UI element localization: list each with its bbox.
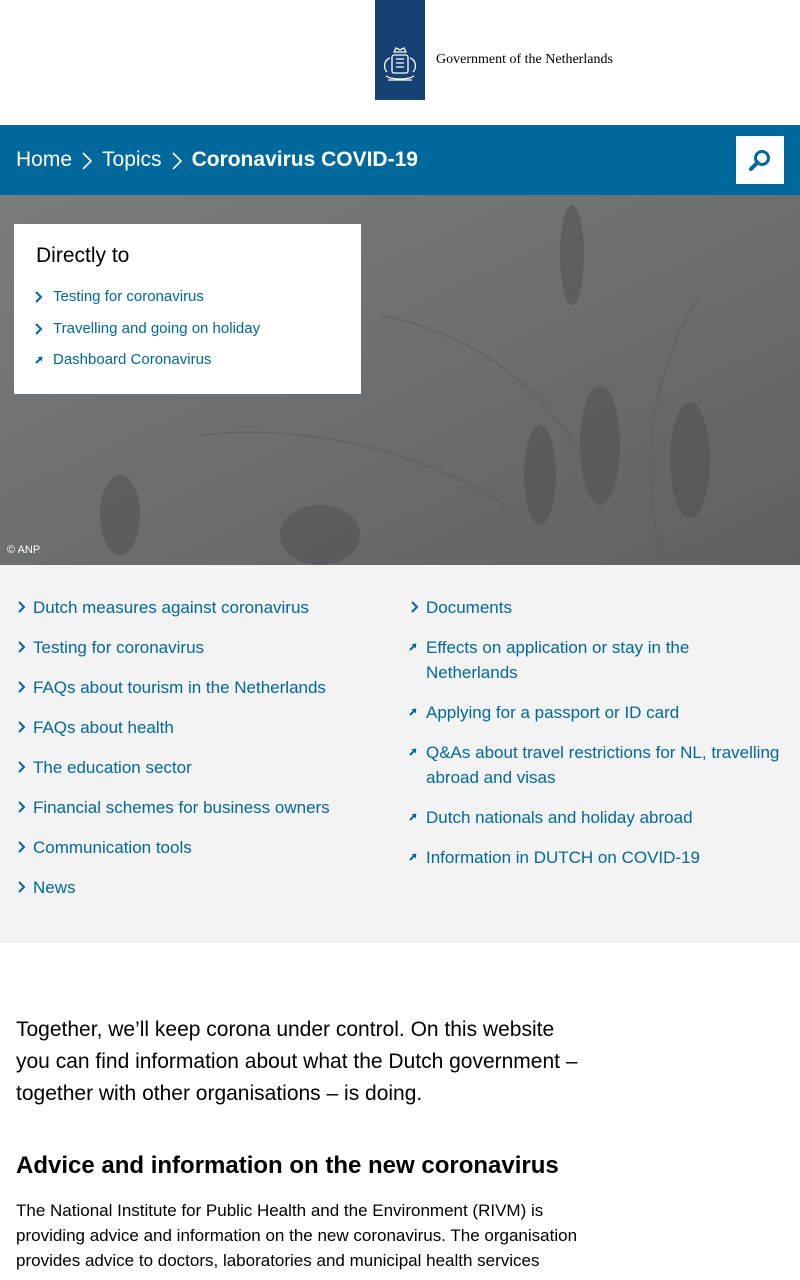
- nav-bar: Home Topics Coronavirus COVID-19: [0, 125, 800, 195]
- directly-to-box: Directly to Testing for coronavirus Trav…: [14, 224, 361, 394]
- site-header: Government of the Netherlands: [0, 0, 800, 125]
- link-education[interactable]: The education sector: [33, 755, 192, 780]
- chevron-right-icon: [18, 641, 26, 653]
- logo-text: Government of the Netherlands: [436, 52, 613, 67]
- chevron-right-icon: [411, 601, 419, 613]
- external-link-icon: [409, 643, 417, 651]
- link-info-dutch[interactable]: Information in DUTCH on COVID-19: [426, 845, 786, 870]
- external-link-icon: [409, 813, 417, 821]
- breadcrumb-current: Coronavirus COVID-19: [191, 148, 418, 171]
- link-communication-tools[interactable]: Communication tools: [33, 835, 192, 860]
- chevron-right-icon: [35, 323, 43, 335]
- link-documents[interactable]: Documents: [426, 595, 766, 620]
- photo-credit: © ANP: [7, 544, 41, 556]
- external-link-icon: [409, 748, 417, 756]
- breadcrumb: Home Topics Coronavirus COVID-19: [16, 125, 418, 195]
- government-logo[interactable]: [375, 0, 425, 100]
- chevron-right-icon: [18, 761, 26, 773]
- link-effects-application[interactable]: Effects on application or stay in the Ne…: [426, 635, 766, 685]
- chevron-right-icon: [72, 150, 102, 170]
- body-paragraph: The National Institute for Public Health…: [16, 1201, 578, 1270]
- chevron-right-icon: [18, 881, 26, 893]
- external-link-icon: [35, 356, 43, 364]
- chevron-right-icon: [18, 801, 26, 813]
- link-financial-schemes[interactable]: Financial schemes for business owners: [33, 795, 330, 820]
- direct-link-travelling[interactable]: Travelling and going on holiday: [53, 320, 260, 337]
- chevron-right-icon: [18, 721, 26, 733]
- link-news[interactable]: News: [33, 875, 76, 900]
- directly-to-title: Directly to: [36, 244, 130, 267]
- link-dutch-nationals-holiday[interactable]: Dutch nationals and holiday abroad: [426, 805, 786, 830]
- link-testing[interactable]: Testing for coronavirus: [33, 635, 204, 660]
- breadcrumb-home[interactable]: Home: [16, 148, 72, 172]
- chevron-right-icon: [18, 681, 26, 693]
- topic-links-section: Dutch measures against coronavirus Testi…: [0, 565, 800, 943]
- breadcrumb-topics[interactable]: Topics: [102, 148, 162, 172]
- link-travel-restrictions[interactable]: Q&As about travel restrictions for NL, t…: [426, 740, 786, 790]
- intro-text: Together, we’ll keep corona under contro…: [16, 1018, 578, 1105]
- search-icon: [749, 150, 770, 171]
- chevron-right-icon: [18, 841, 26, 853]
- search-button[interactable]: [736, 136, 784, 184]
- link-faqs-health[interactable]: FAQs about health: [33, 715, 174, 740]
- direct-link-dashboard[interactable]: Dashboard Coronavirus: [53, 351, 211, 368]
- link-passport-id[interactable]: Applying for a passport or ID card: [426, 700, 786, 725]
- link-faqs-tourism[interactable]: FAQs about tourism in the Netherlands: [33, 675, 326, 700]
- direct-link-testing[interactable]: Testing for coronavirus: [53, 288, 204, 305]
- external-link-icon: [409, 853, 417, 861]
- link-dutch-measures[interactable]: Dutch measures against coronavirus: [33, 595, 309, 620]
- external-link-icon: [409, 708, 417, 716]
- section-heading: Advice and information on the new corona…: [16, 1152, 559, 1179]
- chevron-right-icon: [18, 601, 26, 613]
- chevron-right-icon: [35, 291, 43, 303]
- coat-of-arms-icon: [383, 47, 417, 81]
- chevron-right-icon: [162, 150, 192, 170]
